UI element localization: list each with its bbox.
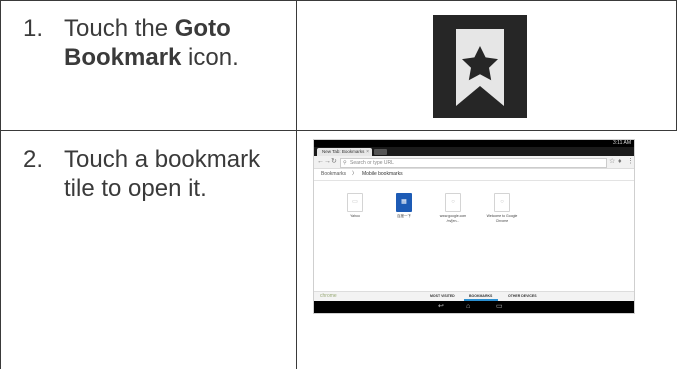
- status-time: 3:11 AM: [613, 140, 631, 146]
- step-1-text: Touch the Goto Bookmark icon.: [64, 14, 284, 72]
- tab-other-devices[interactable]: OTHER DEVICES: [508, 292, 537, 301]
- step-1-number: 1.: [23, 15, 44, 42]
- goto-bookmark-icon-image: [433, 15, 527, 118]
- bookmark-label: Yahoo: [350, 214, 360, 218]
- bookmark-thumbnail: ○: [494, 193, 510, 212]
- menu-icon[interactable]: ⋮: [627, 156, 634, 168]
- tab-close-icon[interactable]: ×: [366, 148, 369, 156]
- chrome-logo: chrome: [320, 293, 337, 299]
- android-nav-bar: ↩ ⌂ ▭: [314, 301, 634, 313]
- omnibox[interactable]: ⚲ Search or type URL: [340, 158, 607, 168]
- back-arrow-icon[interactable]: ←: [317, 156, 324, 168]
- table-column-divider: [296, 0, 297, 369]
- omnibox-placeholder: Search or type URL: [350, 160, 394, 166]
- search-icon: ⚲: [343, 160, 347, 166]
- chrome-bookmarks-screenshot: 3:11 AM New Tab: Bookmarks × ← → ↻ ⚲ Sea…: [313, 139, 635, 314]
- status-bar: 3:11 AM: [314, 140, 634, 147]
- table-left-border: [0, 0, 1, 369]
- bookmark-star-icon[interactable]: ☆: [609, 156, 615, 168]
- browser-toolbar: ← → ↻ ⚲ Search or type URL ☆ ♦ ⋮: [314, 156, 634, 169]
- step-2-text: Touch a bookmark tile to open it.: [64, 146, 261, 202]
- new-tab-button[interactable]: [374, 149, 387, 155]
- breadcrumb-bookmarks[interactable]: Bookmarks: [321, 169, 346, 180]
- recent-apps-icon[interactable]: ▭: [496, 301, 503, 313]
- goto-bookmark-icon: [456, 29, 504, 106]
- breadcrumb-mobile-bookmarks[interactable]: Mobile bookmarks: [362, 169, 403, 180]
- step-1-text-post: icon.: [181, 44, 239, 71]
- bookmark-tile[interactable]: ▦ 百度一下: [387, 193, 421, 219]
- ntp-bottom-bar: chrome MOST VISITED BOOKMARKS OTHER DEVI…: [314, 291, 634, 301]
- step-1-text-pre: Touch the: [64, 15, 175, 42]
- step-2-number: 2.: [23, 146, 44, 173]
- bookmark-tile[interactable]: ▭ Yahoo: [338, 193, 372, 219]
- table-row-divider: [0, 130, 677, 131]
- table-top-border: [0, 0, 677, 1]
- tab-title: New Tab: Bookmarks: [322, 149, 365, 154]
- bookmark-thumbnail: ○: [445, 193, 461, 212]
- bookmark-thumbnail: ▭: [347, 193, 363, 212]
- bookmark-label: 百度一下: [397, 214, 411, 218]
- bookmark-label: www.google.com /m/[en...: [439, 214, 467, 223]
- bookmark-thumbnail: ▦: [396, 193, 412, 212]
- tab-most-visited[interactable]: MOST VISITED: [430, 292, 455, 301]
- bookmark-tile[interactable]: ○ Welcome to Google Chrome: [485, 193, 519, 223]
- bookmark-label: Welcome to Google Chrome: [486, 214, 518, 223]
- bookmark-tile[interactable]: ○ www.google.com /m/[en...: [436, 193, 470, 223]
- reload-icon[interactable]: ↻: [331, 156, 337, 168]
- tab-strip: New Tab: Bookmarks ×: [314, 147, 634, 156]
- browser-tab[interactable]: New Tab: Bookmarks ×: [317, 148, 372, 156]
- breadcrumb: Bookmarks 〉 Mobile bookmarks: [314, 169, 634, 181]
- back-icon[interactable]: ↩: [438, 301, 444, 313]
- forward-arrow-icon[interactable]: →: [324, 156, 331, 168]
- instruction-table: 1. Touch the Goto Bookmark icon. 2. Touc…: [0, 0, 677, 369]
- mic-icon[interactable]: ♦: [618, 156, 622, 168]
- breadcrumb-separator: 〉: [352, 171, 358, 177]
- home-icon[interactable]: ⌂: [466, 301, 470, 313]
